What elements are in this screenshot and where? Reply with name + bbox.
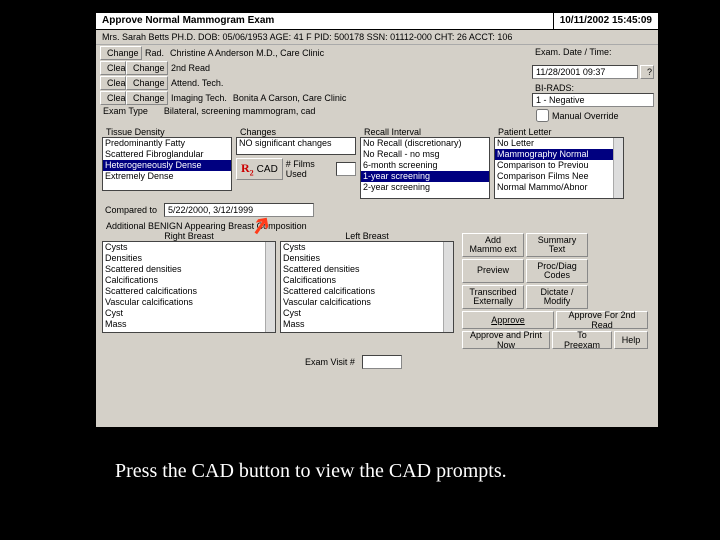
list-item[interactable]: Scattered densities (103, 264, 275, 275)
list-item[interactable]: Calcifications (281, 275, 453, 286)
slide-caption: Press the CAD button to view the CAD pro… (115, 460, 507, 483)
approve-button[interactable]: Approve (462, 311, 554, 329)
list-item[interactable]: Extremely Dense (103, 171, 231, 182)
compared-to-label: Compared to (102, 205, 160, 215)
films-used-input[interactable] (336, 162, 356, 176)
preview-button[interactable]: Preview (462, 259, 524, 283)
list-item[interactable]: 1-year screening (361, 171, 489, 182)
birads-select[interactable]: 1 - Negative (532, 93, 654, 107)
cad-button[interactable]: R2 CAD (236, 158, 283, 180)
clear-2ndread-button[interactable]: Clear (100, 61, 126, 75)
list-item[interactable]: Scattered calcifications (281, 286, 453, 297)
list-item[interactable]: Comparison to Previou (495, 160, 623, 171)
list-item[interactable]: Mass (281, 319, 453, 330)
list-item[interactable]: Cyst (281, 308, 453, 319)
list-item[interactable]: Densities (281, 253, 453, 264)
list-item[interactable]: Densities (103, 253, 275, 264)
exam-date-input[interactable]: 11/28/2001 09:37 (532, 65, 638, 79)
list-item[interactable]: Predominantly Fatty (103, 138, 231, 149)
list-item[interactable]: No Letter (495, 138, 623, 149)
rad-value: Christine A Anderson M.D., Care Clinic (167, 48, 327, 58)
list-item[interactable]: No Recall (discretionary) (361, 138, 489, 149)
dictate-button[interactable]: Dictate / Modify (526, 285, 588, 309)
clear-attend-button[interactable]: Clear (100, 76, 126, 90)
exam-date-label: Exam. Date / Time: (532, 47, 654, 57)
approve-exam-window: Approve Normal Mammogram Exam 10/11/2002… (95, 12, 659, 428)
titlebar: Approve Normal Mammogram Exam 10/11/2002… (96, 13, 658, 30)
additional-title: Additional BENIGN Appearing Breast Compo… (102, 221, 658, 231)
recall-listbox[interactable]: No Recall (discretionary)No Recall - no … (360, 137, 490, 199)
second-read-label: 2nd Read (168, 63, 213, 73)
list-item[interactable]: Heterogeneously Dense (103, 160, 231, 171)
list-item[interactable]: Scattered calcifications (103, 286, 275, 297)
list-item[interactable]: No Recall - no msg (361, 149, 489, 160)
manual-override-checkbox[interactable] (536, 109, 549, 122)
right-breast-title: Right Breast (102, 231, 276, 241)
left-breast-title: Left Breast (280, 231, 454, 241)
tissue-density-listbox[interactable]: Predominantly FattyScattered Fibroglandu… (102, 137, 232, 191)
exam-visit-input[interactable] (362, 355, 402, 369)
recall-title: Recall Interval (360, 127, 490, 137)
exam-type-value: Bilateral, screening mammogram, cad (161, 106, 319, 116)
list-item[interactable]: Scattered densities (281, 264, 453, 275)
imaging-tech-label: Imaging Tech. (168, 93, 230, 103)
exam-date-help-button[interactable]: ? (640, 65, 654, 79)
change-2ndread-button[interactable]: Change (126, 61, 168, 75)
change-attend-button[interactable]: Change (126, 76, 168, 90)
transcribed-button[interactable]: Transcribed Externally (462, 285, 524, 309)
letter-title: Patient Letter (494, 127, 624, 137)
list-item[interactable]: Cyst (103, 308, 275, 319)
proc-codes-button[interactable]: Proc/Diag Codes (526, 259, 588, 283)
help-button[interactable]: Help (614, 331, 648, 349)
letter-listbox[interactable]: No LetterMammography NormalComparison to… (494, 137, 624, 199)
manual-override-label: Manual Override (549, 111, 622, 121)
exam-visit-label: Exam Visit # (302, 357, 358, 367)
list-item[interactable]: 6-month screening (361, 160, 489, 171)
changes-listbox[interactable]: NO significant changes (236, 137, 356, 155)
list-item[interactable]: 2-year screening (361, 182, 489, 193)
list-item[interactable]: NO significant changes (237, 138, 355, 149)
left-breast-listbox[interactable]: CystsDensitiesScattered densitiesCalcifi… (280, 241, 454, 333)
birads-label: BI-RADS: (532, 83, 654, 93)
right-breast-listbox[interactable]: CystsDensitiesScattered densitiesCalcifi… (102, 241, 276, 333)
approve-print-button[interactable]: Approve and Print Now (462, 331, 550, 349)
clear-imaging-button[interactable]: Clear (100, 91, 126, 105)
r2-icon: R2 (241, 161, 254, 177)
rad-label: Rad. (142, 48, 167, 58)
list-item[interactable]: Cysts (281, 242, 453, 253)
window-title: Approve Normal Mammogram Exam (96, 13, 554, 29)
exam-type-label: Exam Type (100, 106, 151, 116)
approve-2nd-button[interactable]: Approve For 2nd Read (556, 311, 648, 329)
list-item[interactable]: Scattered Fibroglandular (103, 149, 231, 160)
change-imaging-button[interactable]: Change (126, 91, 168, 105)
change-rad-button[interactable]: Change (100, 46, 142, 60)
list-item[interactable]: Vascular calcifications (281, 297, 453, 308)
list-item[interactable]: Comparison Films Nee (495, 171, 623, 182)
add-mammo-button[interactable]: Add Mammo ext (462, 233, 524, 257)
patient-info-line: Mrs. Sarah Betts PH.D. DOB: 05/06/1953 A… (96, 30, 658, 45)
films-used-label: # Films Used (283, 159, 336, 179)
window-timestamp: 10/11/2002 15:45:09 (554, 13, 658, 29)
imaging-tech-value: Bonita A Carson, Care Clinic (230, 93, 350, 103)
list-item[interactable]: Vascular calcifications (103, 297, 275, 308)
attend-tech-label: Attend. Tech. (168, 78, 226, 88)
compared-to-input[interactable]: 5/22/2000, 3/12/1999 (164, 203, 314, 217)
changes-title: Changes (236, 127, 356, 137)
list-item[interactable]: Mammography Normal (495, 149, 623, 160)
list-item[interactable]: Cysts (103, 242, 275, 253)
preexam-button[interactable]: To Preexam (552, 331, 612, 349)
list-item[interactable]: Mass (103, 319, 275, 330)
tissue-density-title: Tissue Density (102, 127, 232, 137)
list-item[interactable]: Calcifications (103, 275, 275, 286)
summary-text-button[interactable]: Summary Text (526, 233, 588, 257)
list-item[interactable]: Normal Mammo/Abnor (495, 182, 623, 193)
